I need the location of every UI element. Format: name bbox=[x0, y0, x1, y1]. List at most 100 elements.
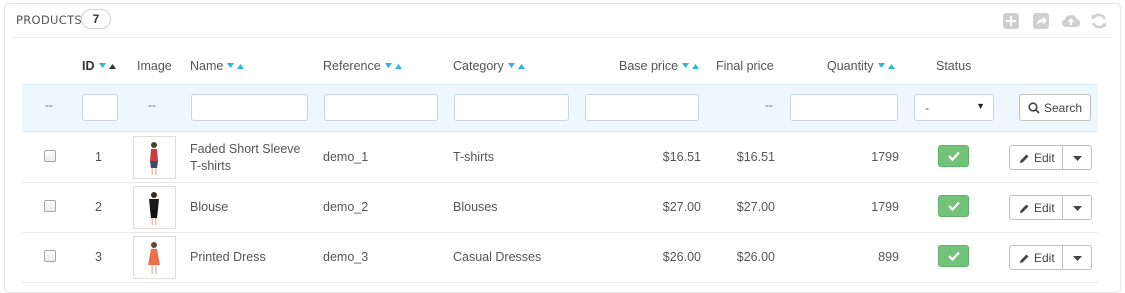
row-name: Faded Short Sleeve T-shirts bbox=[190, 142, 301, 173]
panel-toolbar bbox=[1002, 12, 1112, 30]
sort-arrows-icon[interactable] bbox=[681, 61, 701, 71]
row-actions: Edit bbox=[1009, 245, 1092, 270]
row-base-price: $27.00 bbox=[662, 200, 701, 214]
row-actions: Edit bbox=[1009, 195, 1092, 220]
product-image bbox=[148, 242, 160, 274]
row-checkbox[interactable] bbox=[44, 200, 56, 212]
search-button-label: Search bbox=[1044, 101, 1083, 115]
row-id: 3 bbox=[95, 250, 102, 264]
sort-arrows-icon[interactable] bbox=[384, 61, 404, 71]
search-button[interactable]: Search bbox=[1019, 94, 1091, 121]
col-header-image: Image bbox=[137, 59, 172, 73]
chevron-down-icon: ▼ bbox=[976, 101, 985, 111]
row-base-price: $26.00 bbox=[662, 250, 701, 264]
pencil-icon bbox=[1020, 154, 1029, 163]
row-quantity: 1799 bbox=[871, 150, 899, 164]
col-label-quantity: Quantity bbox=[827, 59, 874, 73]
actions-dropdown-button[interactable] bbox=[1062, 195, 1092, 220]
edit-button-label: Edit bbox=[1034, 201, 1055, 215]
table-row: 2 Blouse demo_2 Blouses $27.00 $27.00 17… bbox=[22, 183, 1098, 233]
image-filter-placeholder: -- bbox=[148, 98, 156, 112]
row-checkbox[interactable] bbox=[44, 250, 56, 262]
row-id: 2 bbox=[95, 200, 102, 214]
edit-button[interactable]: Edit bbox=[1009, 245, 1063, 270]
actions-dropdown-button[interactable] bbox=[1062, 145, 1092, 170]
panel-title: PRODUCTS bbox=[16, 13, 83, 27]
status-toggle[interactable] bbox=[938, 145, 969, 167]
row-base-price: $16.51 bbox=[662, 150, 701, 164]
table-header: ID Image Name Reference Category Base pr… bbox=[22, 55, 1098, 81]
row-checkbox[interactable] bbox=[44, 150, 56, 162]
table-row: 3 Printed Dress demo_3 Casual Dresses $2… bbox=[22, 233, 1098, 283]
col-header-base-price[interactable]: Base price bbox=[619, 59, 701, 73]
product-count-badge: 7 bbox=[81, 9, 111, 29]
row-quantity: 899 bbox=[878, 250, 899, 264]
product-thumbnail[interactable] bbox=[133, 186, 176, 229]
product-image bbox=[150, 142, 158, 175]
col-label-reference: Reference bbox=[323, 59, 381, 73]
product-image bbox=[149, 192, 159, 225]
status-toggle[interactable] bbox=[938, 245, 969, 267]
col-header-category[interactable]: Category bbox=[453, 59, 527, 73]
bulk-filter-placeholder: -- bbox=[45, 98, 53, 112]
col-header-final-price: Final price bbox=[716, 59, 774, 73]
search-icon bbox=[1028, 102, 1040, 114]
row-id: 1 bbox=[95, 150, 102, 164]
row-category: T-shirts bbox=[453, 150, 494, 164]
filter-category-input[interactable] bbox=[454, 94, 569, 121]
col-label-category: Category bbox=[453, 59, 504, 73]
actions-dropdown-button[interactable] bbox=[1062, 245, 1092, 270]
filter-id-input[interactable] bbox=[82, 94, 118, 121]
final-price-filter-placeholder: -- bbox=[765, 98, 773, 112]
caret-down-icon bbox=[1073, 156, 1082, 161]
sort-arrows-icon[interactable] bbox=[226, 61, 246, 71]
product-thumbnail[interactable] bbox=[133, 236, 176, 279]
filter-reference-input[interactable] bbox=[324, 94, 438, 121]
edit-button[interactable]: Edit bbox=[1009, 195, 1063, 220]
col-label-base-price: Base price bbox=[619, 59, 679, 73]
row-final-price: $26.00 bbox=[736, 250, 775, 264]
row-final-price: $27.00 bbox=[736, 200, 775, 214]
sort-arrows-icon[interactable] bbox=[877, 61, 897, 71]
row-reference: demo_1 bbox=[323, 150, 369, 164]
row-reference: demo_3 bbox=[323, 250, 369, 264]
edit-button[interactable]: Edit bbox=[1009, 145, 1063, 170]
row-name: Blouse bbox=[190, 200, 229, 214]
row-category: Casual Dresses bbox=[453, 250, 542, 264]
panel-heading: PRODUCTS 7 bbox=[13, 4, 1112, 38]
check-icon bbox=[948, 151, 960, 161]
pencil-icon bbox=[1020, 254, 1029, 263]
pencil-icon bbox=[1020, 204, 1029, 213]
edit-button-label: Edit bbox=[1034, 151, 1055, 165]
row-actions: Edit bbox=[1009, 145, 1092, 170]
col-header-quantity[interactable]: Quantity bbox=[827, 59, 897, 73]
import-icon[interactable] bbox=[1061, 12, 1081, 30]
col-header-status: Status bbox=[936, 59, 972, 73]
filter-row: -- -- -- - ▼ Search bbox=[22, 84, 1098, 132]
col-label-id: ID bbox=[82, 59, 95, 73]
col-header-id[interactable]: ID bbox=[82, 59, 118, 73]
filter-status-value: - bbox=[925, 101, 929, 115]
check-icon bbox=[948, 251, 960, 261]
filter-name-input[interactable] bbox=[191, 94, 308, 121]
row-name: Printed Dress bbox=[190, 250, 266, 264]
add-new-icon[interactable] bbox=[1002, 12, 1020, 30]
col-header-reference[interactable]: Reference bbox=[323, 59, 404, 73]
col-label-name: Name bbox=[190, 59, 224, 73]
filter-status-select[interactable]: - ▼ bbox=[914, 94, 994, 121]
col-header-name[interactable]: Name bbox=[190, 59, 246, 73]
check-icon bbox=[948, 201, 960, 211]
caret-down-icon bbox=[1073, 256, 1082, 261]
table-row: 1 Faded Short Sleeve T-shirts demo_1 T-s… bbox=[22, 133, 1098, 183]
filter-quantity-input[interactable] bbox=[790, 94, 898, 121]
product-thumbnail[interactable] bbox=[133, 136, 176, 179]
refresh-icon[interactable] bbox=[1090, 12, 1108, 30]
status-toggle[interactable] bbox=[938, 195, 969, 217]
sort-arrows-icon[interactable] bbox=[507, 61, 527, 71]
row-final-price: $16.51 bbox=[736, 150, 775, 164]
export-icon[interactable] bbox=[1032, 12, 1050, 30]
sort-desc-asc-icon[interactable] bbox=[98, 61, 118, 71]
filter-base-price-input[interactable] bbox=[585, 94, 699, 121]
row-reference: demo_2 bbox=[323, 200, 369, 214]
edit-button-label: Edit bbox=[1034, 251, 1055, 265]
